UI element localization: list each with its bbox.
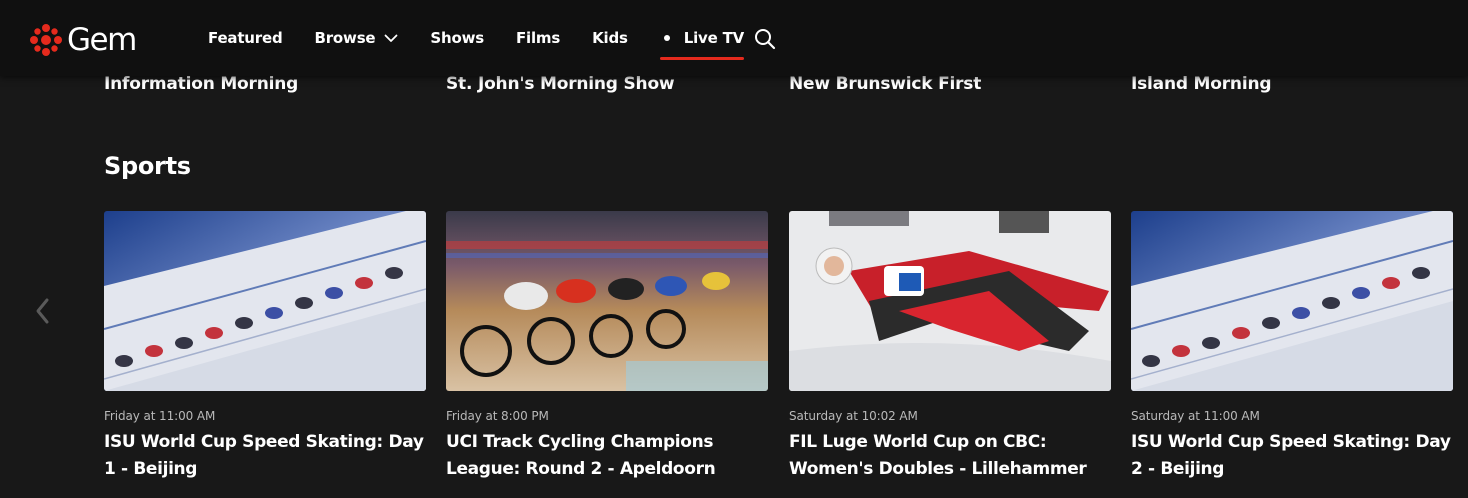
sports-card[interactable]: Saturday at 11:00 AM ISU World Cup Speed… [1131,211,1453,483]
prev-card-title[interactable]: New Brunswick First [789,74,981,94]
nav-links: Featured Browse Shows Films Kids Live TV [208,0,776,76]
speed-skating-thumbnail [104,211,426,391]
sports-card[interactable]: Saturday at 10:02 AM FIL Luge World Cup … [789,211,1111,483]
nav-films-label: Films [515,29,561,47]
chevron-down-icon [384,29,398,47]
card-time: Friday at 8:00 PM [446,409,549,423]
prev-card-title[interactable]: Information Morning [104,74,298,94]
card-time: Saturday at 10:02 AM [789,409,918,423]
speed-skating-thumbnail [1131,211,1453,391]
prev-card-title[interactable]: St. John's Morning Show [446,74,675,94]
brand-name: Gem [67,22,137,58]
nav-live-tv[interactable]: Live TV [659,0,745,76]
section-title-sports: Sports [104,152,191,180]
card-title: ISU World Cup Speed Skating: Day 2 - Bei… [1131,432,1451,479]
nav-browse[interactable]: Browse [315,0,399,76]
sports-card[interactable]: Friday at 8:00 PM UCI Track Cycling Cham… [446,211,768,483]
cbc-gem-icon [30,24,62,56]
nav-films[interactable]: Films [516,0,560,76]
card-time: Saturday at 11:00 AM [1131,409,1260,423]
gem-live-tv-page: Information Morning St. John's Morning S… [0,0,1468,498]
sports-card[interactable]: Friday at 11:00 AM ISU World Cup Speed S… [104,211,426,483]
prev-card-title[interactable]: Island Morning [1131,74,1272,94]
chevron-left-icon[interactable] [30,294,54,328]
nav-shows[interactable]: Shows [430,0,484,76]
top-navigation: Gem Featured Browse Shows Films Kids Liv… [0,0,1468,76]
card-title: ISU World Cup Speed Skating: Day 1 - Bei… [104,432,424,479]
card-time: Friday at 11:00 AM [104,409,216,423]
nav-browse-label: Browse [314,29,376,47]
track-cycling-thumbnail [446,211,768,391]
nav-shows-label: Shows [430,29,484,47]
nav-featured-label: Featured [208,29,283,47]
live-dot-icon [663,35,670,41]
nav-live-tv-label: Live TV [683,29,745,47]
luge-thumbnail [789,211,1111,391]
nav-kids-label: Kids [592,29,628,47]
card-title: FIL Luge World Cup on CBC: Women's Doubl… [789,432,1087,479]
active-tab-indicator [659,57,745,60]
card-title: UCI Track Cycling Champions League: Roun… [446,432,716,479]
search-icon[interactable] [754,28,776,50]
nav-featured[interactable]: Featured [208,0,283,76]
nav-kids[interactable]: Kids [592,0,628,76]
previous-row-titles: Information Morning St. John's Morning S… [0,74,1468,98]
gem-logo[interactable]: Gem [29,22,137,58]
